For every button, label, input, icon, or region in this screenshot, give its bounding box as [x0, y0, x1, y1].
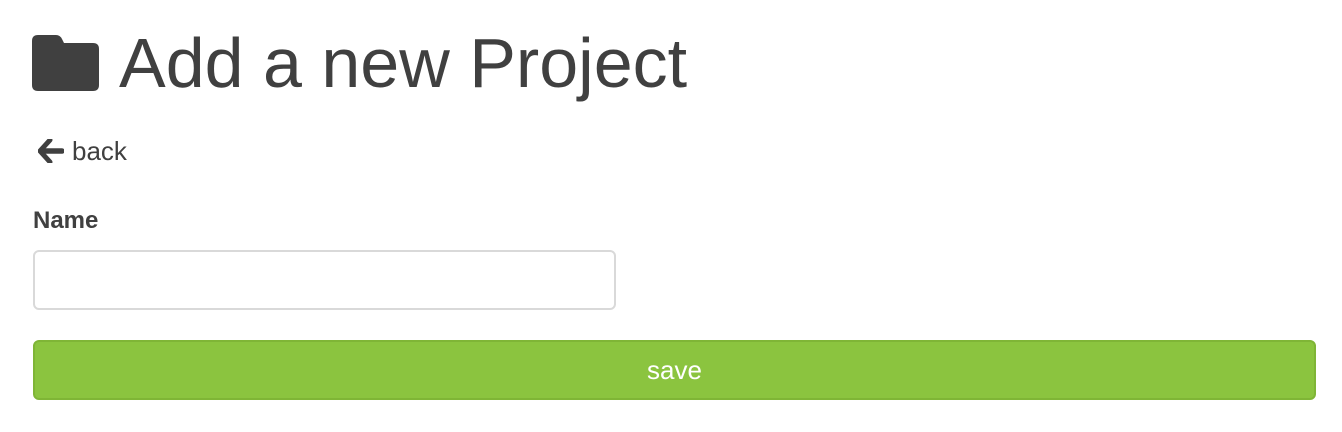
back-label: back	[72, 136, 127, 166]
save-button[interactable]: save	[33, 340, 1316, 400]
page: Add a new Project back Name save	[0, 0, 1342, 432]
name-label: Name	[33, 207, 99, 234]
name-input[interactable]	[33, 250, 616, 310]
back-link[interactable]: back	[38, 133, 127, 169]
page-title: Add a new Project	[119, 24, 688, 102]
page-header: Add a new Project	[32, 18, 687, 108]
folder-icon	[32, 35, 99, 91]
arrow-left-icon	[38, 139, 64, 163]
